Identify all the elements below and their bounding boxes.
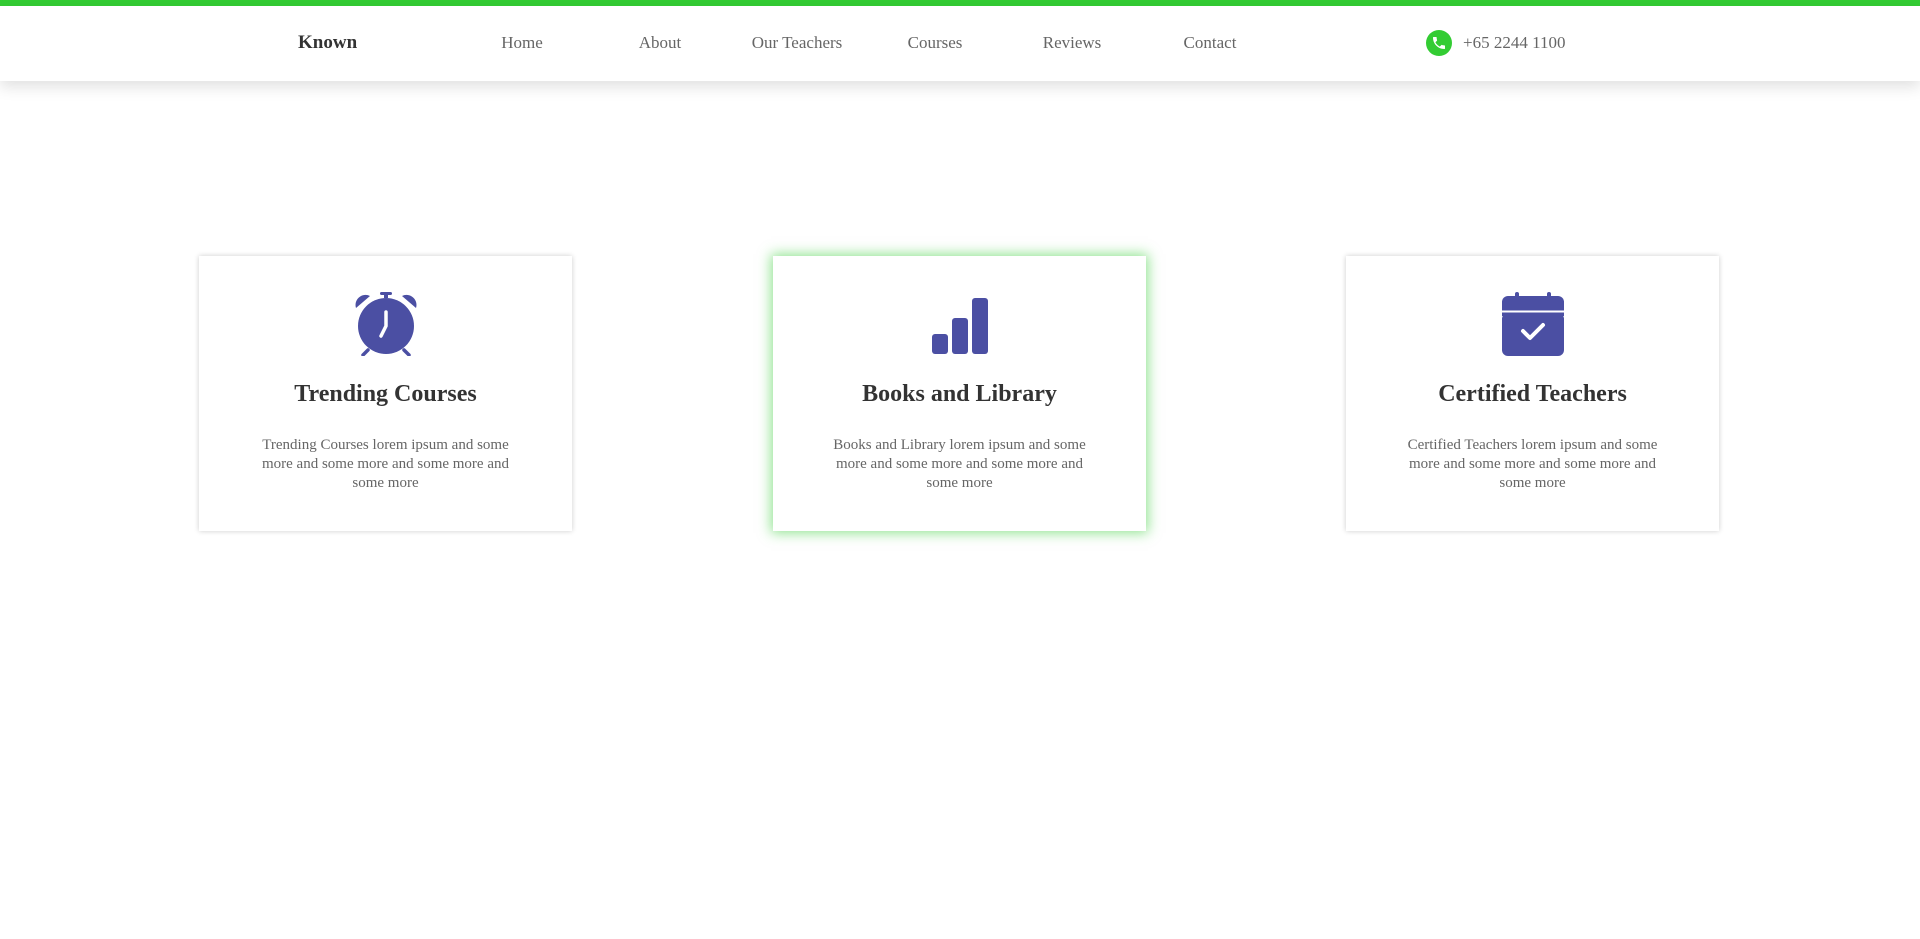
- feature-card-title: Books and Library: [862, 381, 1057, 407]
- nav-link-courses[interactable]: Courses: [908, 33, 963, 53]
- phone-contact[interactable]: +65 2244 1100: [1426, 30, 1565, 56]
- nav-link-home[interactable]: Home: [501, 33, 543, 53]
- nav-link-our-teachers[interactable]: Our Teachers: [752, 33, 843, 53]
- feature-card-trending-courses[interactable]: Trending Courses Trending Courses lorem …: [199, 256, 572, 531]
- calendar-check-icon: [1501, 292, 1565, 356]
- navbar: Known Home About Our Teachers Courses Re…: [0, 6, 1920, 81]
- brand-logo[interactable]: Known: [298, 32, 357, 54]
- nav-link-reviews[interactable]: Reviews: [1043, 33, 1102, 53]
- bar-chart-icon: [928, 292, 992, 356]
- feature-card-certified-teachers[interactable]: Certified Teachers Certified Teachers lo…: [1346, 256, 1719, 531]
- feature-card-description: Trending Courses lorem ipsum and some mo…: [261, 437, 509, 491]
- phone-icon: [1426, 30, 1452, 56]
- feature-card-title: Trending Courses: [294, 381, 477, 407]
- feature-card-description: Certified Teachers lorem ipsum and some …: [1407, 437, 1658, 491]
- alarm-clock-icon: [354, 292, 418, 357]
- nav-link-contact[interactable]: Contact: [1184, 33, 1237, 53]
- nav-link-about[interactable]: About: [639, 33, 682, 53]
- feature-card-description: Books and Library lorem ipsum and some m…: [833, 437, 1086, 491]
- feature-card-books-and-library[interactable]: Books and Library Books and Library lore…: [773, 256, 1146, 531]
- phone-number: +65 2244 1100: [1463, 33, 1566, 52]
- feature-card-title: Certified Teachers: [1438, 381, 1627, 407]
